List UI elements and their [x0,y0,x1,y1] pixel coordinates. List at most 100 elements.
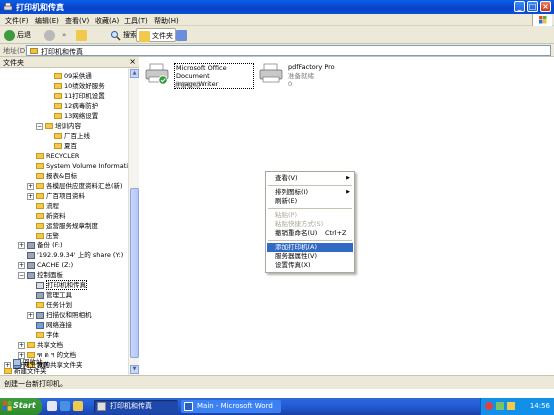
tree-node[interactable]: − 控制面板 [18,270,63,280]
word-icon [184,402,193,411]
expand-toggle[interactable]: + [18,241,25,249]
tree-node[interactable]: System Volume Information [36,161,128,171]
toolbar-chevron[interactable]: » [62,28,66,42]
ctx-server-properties[interactable]: 服务器属性(V) [267,252,353,261]
menu-help[interactable]: 帮助(H) [154,16,179,26]
search-button[interactable]: 搜索 [110,28,137,42]
folder-icon [27,342,35,348]
ctx-setup-fax[interactable]: 设置传真(X) [267,261,353,270]
ctx-paste: 粘贴(P) [275,211,297,219]
ctx-view[interactable]: 查看(V) ▶ [267,174,353,183]
ctx-add-printer[interactable]: 添加打印机(A) [267,243,353,252]
tree-node[interactable]: + 广百项目资料 [27,191,85,201]
printer-folder-icon [3,2,13,11]
folder-icon [54,93,62,99]
clock: 14:56 [529,402,550,410]
forward-button[interactable] [44,28,57,42]
tree-node[interactable]: 10绩效好服务 [54,81,105,91]
taskbar-item-printers[interactable]: 打印机和传真 [94,400,178,413]
close-button[interactable]: × [540,1,551,12]
tray-volume-icon[interactable] [507,402,515,410]
tree-node[interactable]: 新资料 [36,211,66,221]
back-arrow-icon [4,29,15,41]
close-pane-button[interactable]: × [129,57,136,66]
submenu-arrow-icon: ▶ [346,175,350,181]
ctx-arrange-icons[interactable]: 排列图标(I) ▶ [267,188,353,197]
tree-node[interactable]: 任务计划 [36,300,72,310]
start-button[interactable]: Start [0,398,42,415]
tree-node[interactable]: + 扫描仪和照相机 [27,310,92,320]
minimize-button[interactable]: _ [514,1,525,12]
expand-toggle[interactable]: + [27,182,34,190]
printer-icon [36,281,44,289]
folders-label: 文件夹 [152,32,173,40]
tree-node[interactable]: 夏百 [54,141,77,151]
collapse-toggle[interactable]: − [36,122,43,130]
taskbar-item-word[interactable]: Main - Microsoft Word [181,400,281,413]
menu-file[interactable]: 文件(F) [5,16,29,26]
tree-node[interactable]: 流程 [36,201,59,211]
back-button[interactable]: 后退 [4,28,31,42]
up-folder-icon [76,29,87,41]
menu-edit[interactable]: 编辑(E) [35,16,59,26]
tree-node[interactable]: 11打印机设置 [54,91,105,101]
tree-node[interactable]: 管理工具 [36,290,72,300]
scroll-down-icon[interactable]: ▼ [130,365,139,374]
tree-node[interactable]: 字体 [36,330,59,340]
folder-icon [54,83,62,89]
tree-node[interactable]: 09采供通 [54,71,92,81]
views-icon [176,29,187,41]
folder-icon [36,163,44,169]
tree-node[interactable]: 报表&目标 [36,171,77,181]
expand-toggle[interactable]: + [27,311,34,319]
folders-scrollbar[interactable]: ▲ ▼ [128,68,139,375]
tree-node[interactable]: 运营服务规章制度 [36,221,98,231]
tree-node[interactable]: '192.9.9.34' 上的 share (Y:) [27,250,123,260]
tree-node[interactable]: 12病毒防护 [54,101,98,111]
printer-item[interactable]: Microsoft Office Document Image Writer 准备… [144,63,254,89]
collapse-toggle[interactable]: − [18,271,25,279]
tree-node[interactable]: + CACHE (Z:) [18,260,73,270]
folder-icon [36,203,44,209]
tree-node[interactable]: + 共享文档 [18,340,63,350]
title-bar[interactable]: 打印机和传真 _ □ × [0,0,554,14]
tray-antivirus-icon[interactable] [485,402,493,410]
ie-icon[interactable] [60,401,70,411]
tree-node[interactable]: − 培训内容 [36,121,81,131]
expand-toggle[interactable]: + [27,192,34,200]
expand-toggle[interactable]: + [18,341,25,349]
expand-toggle[interactable]: + [18,261,25,269]
explorer-icon[interactable] [73,401,83,411]
drive-icon [27,241,35,249]
folders-button[interactable]: 文件夹 [136,28,176,42]
scrollbar-thumb[interactable] [130,188,139,358]
scroll-up-icon[interactable]: ▲ [130,69,139,78]
tree-node[interactable]: + 备份 (F:) [18,240,63,250]
tree-node[interactable]: + 各模层供应度资料汇总(新) [27,181,123,191]
tree-node[interactable]: 网络连接 [36,320,72,330]
tree-node[interactable]: 厂百上线 [54,131,90,141]
show-desktop-icon[interactable] [47,401,57,411]
tree-node[interactable]: 新建文件夹 [4,366,47,376]
tree-node[interactable]: RECYCLER [36,151,79,161]
folder-icon [36,233,44,239]
menu-view[interactable]: 查看(V) [65,16,89,26]
ctx-refresh[interactable]: 刷新(E) [267,197,353,206]
menu-bar: 文件(F) 编辑(E) 查看(V) 收藏(A) 工具(T) 帮助(H) [0,14,554,26]
tree-node-selected[interactable]: 打印机和传真 [36,280,87,290]
maximize-button[interactable]: □ [527,1,538,12]
menu-tools[interactable]: 工具(T) [124,16,148,26]
folder-icon [36,213,44,219]
toolbar: 后退 » 搜索 文件夹 [0,26,554,44]
views-button[interactable] [176,28,189,42]
folder-icon [36,193,44,199]
tray-network-icon[interactable] [496,402,504,410]
ctx-undo-rename[interactable]: 撤销重命名(U) Ctrl+Z [267,229,353,238]
tree-node[interactable]: 13网络设置 [54,111,98,121]
address-input[interactable]: 打印机和传真 [26,45,551,56]
printer-item[interactable]: pdfFactory Pro 准备就绪 0 [258,63,358,89]
network-icon [36,321,44,329]
up-folder-button[interactable] [76,28,89,42]
search-label: 搜索 [123,31,137,39]
menu-favorites[interactable]: 收藏(A) [95,16,119,26]
